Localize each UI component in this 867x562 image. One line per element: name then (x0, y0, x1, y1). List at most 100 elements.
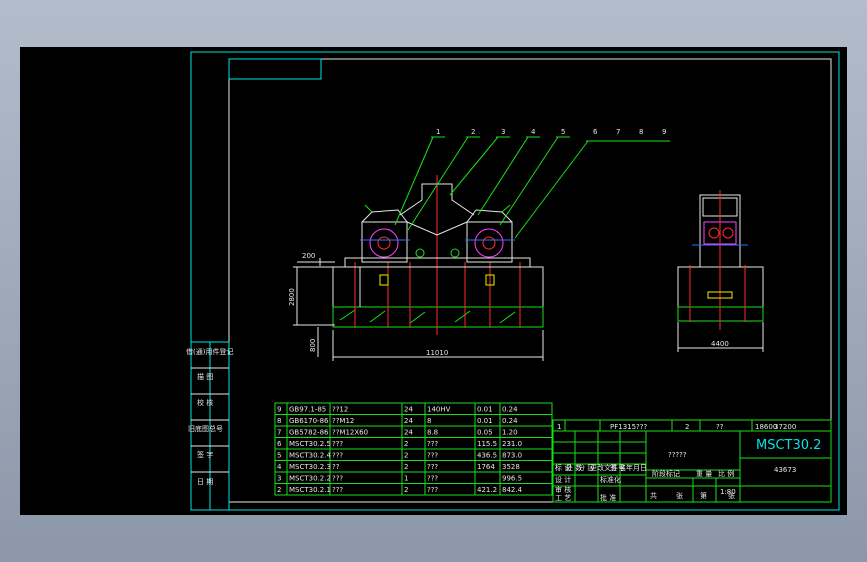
dim-total-length: 11010 (426, 349, 448, 357)
stamp-label: 签 字 (197, 450, 213, 459)
parts-table-cell: ??? (427, 440, 438, 448)
tb-drawing-no: MSCT30.2 (756, 438, 821, 453)
parts-table-cell: 1764 (477, 463, 495, 471)
parts-table-cell: MSCT30.2.2 (289, 475, 331, 483)
tb-stage-label: 阶段标记 (652, 469, 680, 478)
dim-left-offset: 200 (302, 252, 315, 260)
parts-table-cell: ?? (332, 463, 340, 471)
parts-table-cell: ??? (332, 486, 343, 494)
part-number: 4 (531, 128, 536, 136)
parts-table-cell: 8.8 (427, 429, 438, 437)
parts-table-cell: 140HV (427, 406, 451, 414)
stamp-label: 旧底图总号 (188, 424, 223, 433)
parts-table-cell: 421.2 (477, 486, 497, 494)
parts-table-cell: 231.0 (502, 440, 522, 448)
parts-table-cell: ??? (427, 486, 438, 494)
parts-table-cell: ??M12X60 (332, 429, 368, 437)
parts-table-cell: 4 (277, 463, 282, 471)
parts-table-cell: 1.20 (502, 429, 518, 437)
parts-table-cell: 7 (277, 429, 281, 437)
side-view: 4400 (677, 190, 764, 352)
parts-table-cell: 1 (404, 475, 408, 483)
tb-sheet-label: 第 (700, 491, 707, 500)
parts-list-table: 9 GB97.1-85 ??12 24 140HV 0.01 0.248 GB6170-86?… (274, 402, 553, 496)
part-number: 2 (471, 128, 475, 136)
tb-code2: ?? (716, 423, 724, 431)
parts-table-cell: 24 (404, 417, 413, 425)
part-number: 7 (616, 128, 620, 136)
stamp-label: 描 图 (197, 372, 213, 381)
part-number: 8 (639, 128, 643, 136)
tb-row-label: 标准化 (600, 475, 621, 484)
tb-small-label: 签 名 (610, 463, 626, 472)
stamp-label: 借(通)用件登记 (186, 347, 233, 356)
parts-table-cell: ??? (332, 440, 343, 448)
parts-table-cell: 2 (404, 452, 408, 460)
part-number: 3 (501, 128, 505, 136)
parts-table-cell: ??? (332, 475, 343, 483)
part-number: 6 (593, 128, 598, 136)
parts-table-cell: MSCT30.2.4 (289, 452, 331, 460)
parts-table-cell: 24 (404, 406, 413, 414)
cad-drawing-viewport: 借(通)用件登记 描 图 校 核 旧底图总号 签 字 日 期 1 2 3 4 5… (20, 47, 847, 515)
tb-row-no: 1 (557, 423, 561, 431)
part-callouts: 1 2 3 4 5 6 7 8 9 (394, 128, 670, 239)
parts-table-cell: 2 (404, 463, 408, 471)
parts-table-cell: ??? (427, 463, 438, 471)
tb-small-label: 年月日 (626, 463, 647, 472)
part-number: 1 (436, 128, 440, 136)
part-number: 5 (561, 128, 565, 136)
part-number: 9 (662, 128, 666, 136)
parts-table-cell: 0.24 (502, 406, 518, 414)
parts-table-cell: ??12 (332, 406, 348, 414)
tb-stage-label: 重 量 (696, 470, 712, 478)
parts-table-cell: 3 (277, 475, 281, 483)
dim-height: 2800 (288, 288, 296, 306)
tb-weight-field2: 37200 (774, 423, 796, 431)
parts-table-cell: GB5782-86 (289, 429, 329, 437)
title-block: 1 PF1315??? 2 ?? 18600 37200 ????? MSCT3… (552, 419, 832, 503)
parts-table-cell: 2 (277, 486, 281, 494)
dim-foundation: 800 (309, 339, 317, 352)
parts-table-cell: ??M12 (332, 417, 354, 425)
parts-table-cell: 8 (427, 417, 431, 425)
parts-table-cell: ??? (427, 475, 438, 483)
parts-table-cell: 0.24 (502, 417, 518, 425)
tb-row-label: 审 核 (555, 485, 571, 494)
parts-table-cell: 5 (277, 452, 281, 460)
tb-sheet-label: 共 (650, 491, 657, 500)
parts-table-cell: 2 (404, 486, 408, 494)
parts-table-cell: GB97.1-85 (289, 406, 326, 414)
parts-table-cell: 2 (404, 440, 408, 448)
parts-table-cell: ??? (332, 452, 343, 460)
parts-table-cell: 9 (277, 406, 281, 414)
tb-qty: 2 (685, 423, 689, 431)
tb-sheet-label: 张 (676, 491, 683, 500)
parts-table-cell: 6 (277, 440, 282, 448)
tb-row-label: 批 准 (600, 493, 616, 502)
tb-sheet-label: 张 (728, 491, 735, 500)
parts-table-cell: MSCT30.2.3 (289, 463, 331, 471)
top-left-label-box (228, 58, 322, 80)
parts-table-cell: 115.5 (477, 440, 497, 448)
tb-weight: 43673 (774, 466, 796, 474)
parts-table-cell: 436.5 (477, 452, 497, 460)
tb-title: ????? (668, 451, 687, 459)
parts-table-cell: 0.05 (477, 429, 493, 437)
parts-table-cell: MSCT30.2.5 (289, 440, 331, 448)
tb-row-label: 工 艺 (555, 494, 571, 502)
stamp-label: 日 期 (197, 478, 213, 486)
stamp-label: 校 核 (197, 398, 213, 407)
front-view (332, 175, 544, 335)
parts-table-cell: 0.01 (477, 406, 493, 414)
parts-table-cell: 3528 (502, 463, 520, 471)
parts-table-cell: MSCT30.2.1 (289, 486, 331, 494)
parts-table-cell: GB6170-86 (289, 417, 329, 425)
left-stamp-column: 借(通)用件登记 描 图 校 核 旧底图总号 签 字 日 期 (186, 341, 233, 511)
parts-table-cell: 842.4 (502, 486, 523, 494)
parts-table-cell: 24 (404, 429, 413, 437)
tb-stage-label: 比 例 (718, 469, 734, 478)
parts-table-cell: 996.5 (502, 475, 522, 483)
dim-side-width: 4400 (711, 340, 729, 348)
parts-table-cell: 873.0 (502, 452, 522, 460)
